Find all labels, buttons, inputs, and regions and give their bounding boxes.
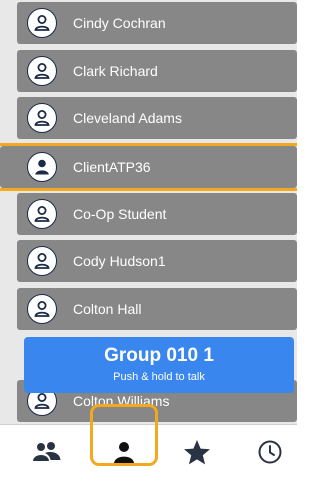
contacts-icon [114,442,134,463]
selection-bottom-line [0,188,297,191]
contact-row-clark-richard[interactable]: Clark Richard [17,50,297,92]
contact-name: Co-Op Student [73,206,167,222]
person-outline-icon [27,199,57,229]
person-outline-icon [27,246,57,276]
person-outline-icon [27,8,57,38]
contact-name: Cindy Cochran [73,15,166,31]
contact-row-cody-hudson1[interactable]: Cody Hudson1 [17,240,297,282]
contact-row-clientatp36[interactable]: ClientATP36 [0,146,297,188]
person-outline-icon [27,294,57,324]
contact-name: Colton Williams [73,393,170,409]
contact-name: Colton Hall [73,301,142,317]
groups-icon [33,442,61,461]
contact-row-colton-hall[interactable]: Colton Hall [17,288,297,330]
contact-row-cleveland-adams[interactable]: Cleveland Adams [17,97,297,139]
favorites-star-icon [184,440,210,465]
tab-groups[interactable] [27,435,67,469]
ptt-group-name: Group 010 1 [104,345,214,366]
contact-name: Cleveland Adams [73,110,182,126]
contact-name: Cody Hudson1 [73,253,166,269]
person-outline-icon [27,56,57,86]
push-to-talk-button[interactable]: Group 010 1 Push & hold to talk [24,337,294,393]
tab-contacts[interactable] [104,435,144,469]
contact-name: ClientATP36 [73,159,151,175]
person-filled-icon [27,152,57,182]
tab-history[interactable] [250,435,290,469]
contact-row-cindy-cochran[interactable]: Cindy Cochran [17,2,297,44]
person-outline-icon [27,103,57,133]
tab-favorites[interactable] [177,435,217,469]
ptt-hint: Push & hold to talk [113,371,205,383]
contact-row-co-op-student[interactable]: Co-Op Student [17,193,297,235]
history-clock-icon [258,440,282,464]
contact-name: Clark Richard [73,63,158,79]
bottom-tab-bar [0,424,297,494]
